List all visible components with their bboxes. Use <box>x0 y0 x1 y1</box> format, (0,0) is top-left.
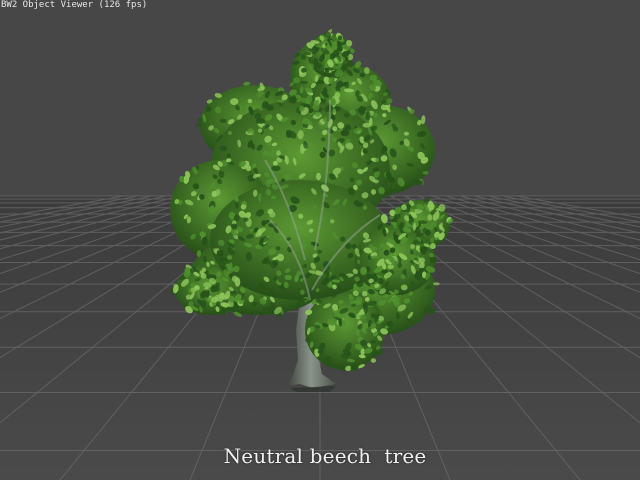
object-viewer-window: BW2 Object Viewer (126 fps) Neutral beec… <box>0 0 640 480</box>
leaf <box>271 165 281 172</box>
object-caption: Neutral beech tree <box>223 444 427 468</box>
leaf <box>359 72 366 78</box>
leaf <box>195 123 203 127</box>
window-title: BW2 Object Viewer (126 fps) <box>1 0 148 10</box>
leaf <box>219 257 225 262</box>
title-bar: BW2 Object Viewer (126 fps) <box>0 0 640 12</box>
leaf <box>422 171 429 175</box>
3d-viewport[interactable] <box>0 0 640 480</box>
